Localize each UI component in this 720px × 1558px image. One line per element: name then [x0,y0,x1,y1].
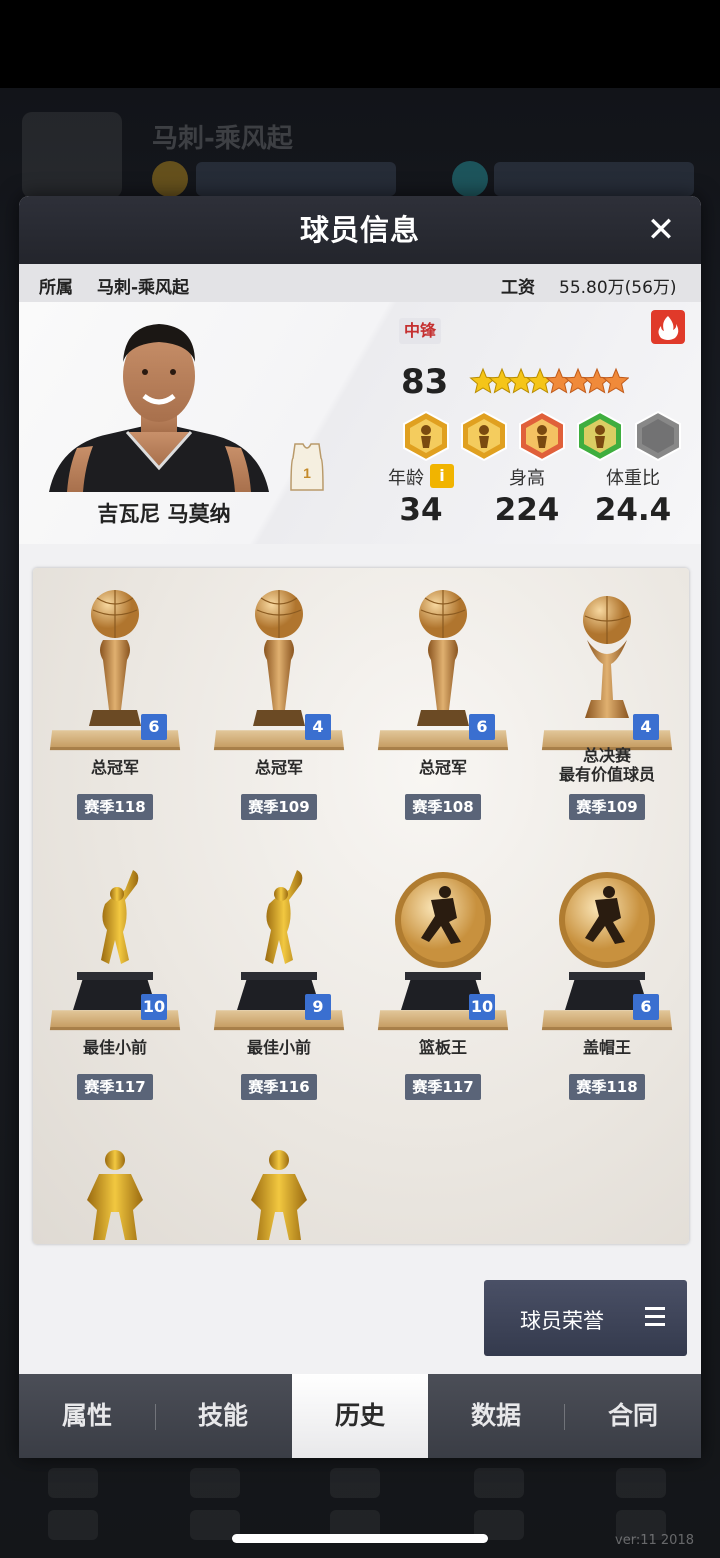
player-info-modal: 球员信息 ✕ 所属 马刺-乘风起 工资 55.80万(56万) 1 吉瓦尼 马莫… [19,196,701,1458]
menu-icon [645,1307,665,1327]
jersey-icon: 1 [290,443,324,491]
player-rating: 83 [401,362,449,402]
background-coin-icon [152,161,188,197]
trophy-item[interactable]: 4 总决赛 最有价值球员赛季109 [525,580,689,830]
trophy-count-badge: 9 [305,994,331,1020]
tab-data[interactable]: 数据 [428,1374,564,1458]
trophy-season-badge: 赛季108 [405,794,481,820]
trophy-item[interactable]: 9 最佳小前赛季116 [197,860,361,1110]
salary-value: 55.80万(56万) [559,278,677,298]
figure-trophy-icon [251,1150,307,1240]
tab-attributes[interactable]: 属性 [19,1374,155,1458]
height-value: 224 [494,492,560,528]
trophy-name: 最佳小前 [82,1038,147,1057]
tab-history[interactable]: 历史 [292,1374,428,1458]
trophy-name: 最佳小前 [246,1038,311,1057]
background-coin-bar [196,162,396,196]
speed-skill-icon[interactable] [459,410,509,462]
trophy-name: 盖帽王 [582,1038,631,1057]
background-gem-bar [494,162,694,196]
trophy-season-badge: 赛季118 [77,794,153,820]
age-label: 年龄 [388,468,424,489]
info-icon[interactable]: i [430,464,454,488]
modal-header: 球员信息 ✕ [19,196,701,264]
trophy-count-badge: 6 [633,994,659,1020]
background-team-name: 马刺-乘风起 [152,124,293,154]
skill-badges [401,410,691,462]
home-indicator [232,1534,488,1543]
trophy-name: 篮板王 [418,1038,467,1057]
modal-title: 球员信息 [299,213,420,247]
gold-star-icon [488,367,516,394]
figure-trophy-icon [87,1150,143,1240]
player-honor-button[interactable]: 球员荣誉 [484,1280,687,1356]
orange-star-icon [583,367,611,394]
post-up-skill-icon[interactable] [401,410,451,462]
trophy-season-badge: 赛季109 [569,794,645,820]
trophy-season-badge: 赛季117 [77,1074,153,1100]
trophy-name: 总冠军 [90,758,139,777]
player-avatar [49,316,269,492]
trophy-wall[interactable]: 6 总冠军 赛季118 4 总冠军 赛季109 6 总冠军 赛季108 4 总决赛 最有价值球… [33,568,689,1244]
age-value: 34 [399,492,443,528]
trophy-season-badge: 赛季118 [569,1074,645,1100]
jersey-number: 1 [303,465,311,481]
team-label: 所属 [39,278,73,298]
trophy-name: 总冠军 [418,758,467,777]
player-card: 1 吉瓦尼 马莫纳 中锋 83 年龄 i 34 身高 224 体重比 24.4 [19,302,701,544]
weight-ratio-label: 体重比 [606,468,660,489]
orange-star-icon [545,367,573,394]
trophy-season-badge: 赛季117 [405,1074,481,1100]
trophy-item[interactable]: 6 盖帽王赛季118 [525,860,689,1110]
tab-contract[interactable]: 合同 [565,1374,701,1458]
shooting-skill-icon[interactable] [517,410,567,462]
gold-star-icon [469,367,497,394]
trophy-item[interactable]: 6 总冠军赛季118 [33,580,197,830]
trophy-count-badge: 4 [305,714,331,740]
info-bar: 所属 马刺-乘风起 工资 55.80万(56万) [19,264,701,302]
trophy-count-badge: 6 [469,714,495,740]
position-badge: 中锋 [399,318,442,344]
trophy-item[interactable]: 4 总冠军赛季109 [197,580,361,830]
player-name: 吉瓦尼 马莫纳 [97,502,231,526]
background-team-logo [22,112,122,198]
trophy-item[interactable] [33,1140,197,1244]
tab-bar: 属性 技能 历史 数据 合同 [19,1374,701,1458]
fire-icon [651,310,685,344]
locked-skill-icon[interactable] [633,410,683,462]
trophy-season-badge: 赛季116 [241,1074,317,1100]
orange-star-icon [602,367,629,394]
weight-ratio-value: 24.4 [594,492,672,528]
trophy-season-badge: 赛季109 [241,794,317,820]
gold-star-icon [507,367,535,394]
close-button[interactable]: ✕ [641,210,681,250]
player-honor-label: 球员荣誉 [520,1309,604,1333]
background-gem-icon [452,161,488,197]
trophy-name: 总冠军 [254,758,303,777]
team-value: 马刺-乘风起 [97,278,190,298]
tab-skills[interactable]: 技能 [155,1374,291,1458]
trophy-count-badge: 4 [633,714,659,740]
rebound-skill-icon[interactable] [575,410,625,462]
orange-star-icon [564,367,592,394]
gold-star-icon [526,367,554,394]
trophy-item[interactable]: 10 最佳小前赛季117 [33,860,197,1110]
version-label: ver:11 2018 [615,1533,694,1548]
star-rating [469,367,629,394]
trophy-name: 总决赛 最有价值球员 [558,746,655,784]
trophy-count-badge: 10 [141,994,167,1020]
age-label-wrap: 年龄 i [381,464,461,490]
trophy-count-badge: 6 [141,714,167,740]
trophy-item[interactable] [197,1140,361,1244]
trophy-count-badge: 10 [469,994,495,1020]
trophy-item[interactable]: 10 篮板王赛季117 [361,860,525,1110]
height-label: 身高 [509,468,545,489]
trophy-item[interactable]: 6 总冠军赛季108 [361,580,525,830]
close-icon: ✕ [646,210,676,250]
salary-label: 工资 [501,278,535,298]
